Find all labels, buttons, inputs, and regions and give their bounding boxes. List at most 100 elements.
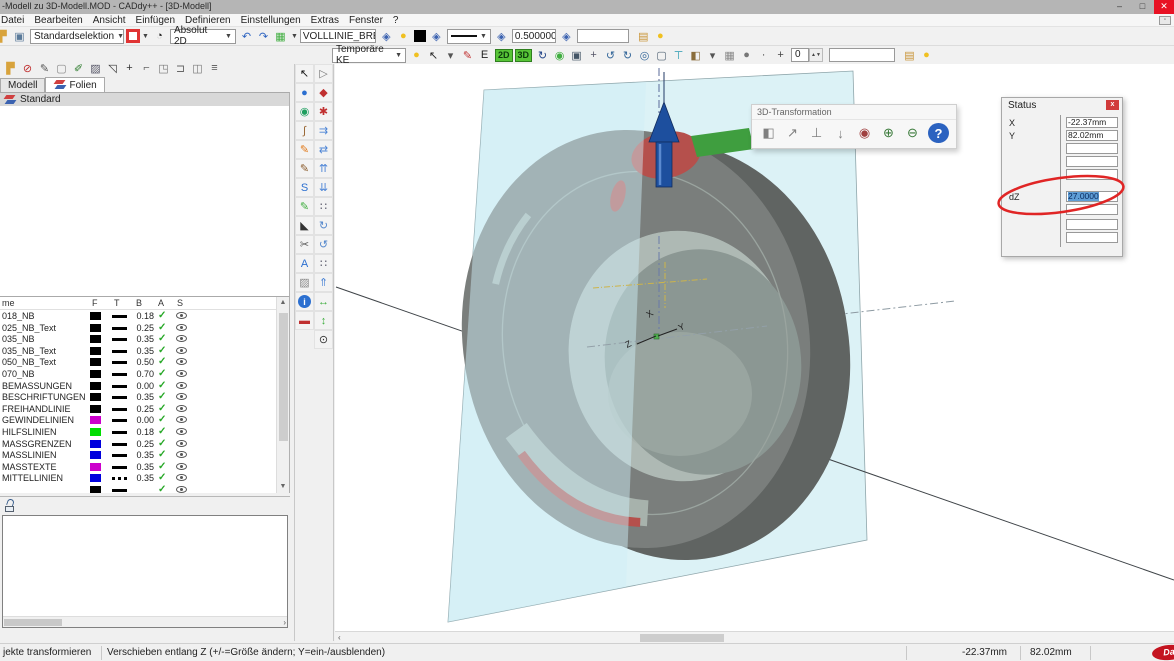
point-circle-icon[interactable]: ⊙ xyxy=(314,330,333,349)
layer-color-swatch[interactable] xyxy=(90,393,101,401)
layer-active-check[interactable]: ✓ xyxy=(158,345,166,356)
layer-color-swatch[interactable] xyxy=(90,382,101,390)
layer-color-swatch[interactable] xyxy=(90,347,101,355)
folder-light-icon[interactable]: ▤ xyxy=(901,47,918,63)
info-icon[interactable]: i xyxy=(295,292,314,311)
draw-pen-icon[interactable]: ✎ xyxy=(295,197,314,216)
layer-color-swatch[interactable] xyxy=(90,312,101,320)
status-field[interactable] xyxy=(1066,156,1118,167)
layer-linetype[interactable] xyxy=(112,443,127,446)
up-icon[interactable]: ⇑ xyxy=(314,273,333,292)
layer-row[interactable]: GEWINDELINIEN0.00✓ xyxy=(0,414,289,426)
tab-folien[interactable]: Folien xyxy=(45,77,104,92)
scroll-right-icon[interactable]: › xyxy=(283,618,286,627)
layer-linetype[interactable] xyxy=(112,489,127,492)
detail-panel[interactable]: › xyxy=(2,515,288,628)
scroll-left-icon[interactable]: ‹ xyxy=(338,633,341,642)
layer-color-swatch[interactable] xyxy=(90,324,101,332)
selection-combo[interactable]: Standardselektion▼ xyxy=(30,29,124,44)
layer-active-check[interactable]: ✓ xyxy=(158,391,166,402)
status-field[interactable] xyxy=(1066,143,1118,154)
trim-icon[interactable]: ✂ xyxy=(295,235,314,254)
layer-row[interactable]: MASSTEXTE0.35✓ xyxy=(0,461,289,473)
spinner-arrows[interactable]: ▲▼ xyxy=(809,48,823,62)
layer-linetype[interactable] xyxy=(112,327,127,330)
layer-active-check[interactable]: ✓ xyxy=(158,426,166,437)
open-file-icon[interactable]: ▛ xyxy=(0,28,11,44)
status-field[interactable] xyxy=(1066,169,1118,180)
layer-width-icon[interactable]: ◈ xyxy=(493,28,510,44)
layer-visible-eye-icon[interactable] xyxy=(176,358,187,365)
minimize-button[interactable]: – xyxy=(1108,0,1131,14)
pen-color-swatch[interactable] xyxy=(414,30,426,42)
pointer-menu-arrow[interactable]: ▾ xyxy=(442,47,459,63)
layer-row[interactable]: HILFSLINIEN0.18✓ xyxy=(0,426,289,438)
layer-linetype[interactable] xyxy=(112,373,127,376)
move-down2-icon[interactable]: ⇊ xyxy=(314,178,333,197)
layer-table-scrollbar[interactable]: ▲ ▼ xyxy=(276,297,289,493)
linetype-name-input[interactable]: VOLLLINIE_BREIT xyxy=(300,29,376,43)
points-icon[interactable]: ∷ xyxy=(314,197,333,216)
layer-row[interactable]: BEMASSUNGEN0.00✓ xyxy=(0,380,289,392)
layer-linetype[interactable] xyxy=(112,419,127,422)
temp-ke-combo[interactable]: Temporäre KE▼ xyxy=(332,48,406,63)
layer-linetype[interactable] xyxy=(112,315,127,318)
layer-linetype[interactable] xyxy=(112,396,127,399)
iso-box-icon[interactable]: ◳ xyxy=(155,60,172,76)
scene-light-icon[interactable]: ● xyxy=(918,47,935,63)
transformation-toolbar[interactable]: 3D-Transformation ◧↗⊥↓◉⊕⊖? xyxy=(751,104,957,149)
status-field[interactable] xyxy=(1066,204,1118,215)
layer-visible-eye-icon[interactable] xyxy=(176,312,187,319)
globe-icon[interactable]: ◉ xyxy=(295,102,314,121)
sphere-icon[interactable]: ● xyxy=(295,83,314,102)
maximize-button[interactable]: □ xyxy=(1131,0,1154,14)
zoom-window-icon[interactable]: ▣ xyxy=(568,47,585,63)
align-icon[interactable]: ⊥ xyxy=(806,123,827,143)
rotate-cw2-icon[interactable]: ↻ xyxy=(314,216,333,235)
layer-visible-eye-icon[interactable] xyxy=(176,486,187,493)
layer-active-check[interactable]: ✓ xyxy=(158,333,166,344)
layer-row[interactable]: FREIHANDLINIE0.25✓ xyxy=(0,403,289,415)
layer-color-swatch[interactable] xyxy=(90,474,101,482)
viewport-scrollbar[interactable]: ‹ xyxy=(335,631,1174,643)
point-large-icon[interactable]: + xyxy=(772,47,789,63)
layer-visible-eye-icon[interactable] xyxy=(176,393,187,400)
hatch2-icon[interactable]: ▨ xyxy=(295,273,314,292)
tsquare-icon[interactable]: ⊤ xyxy=(670,47,687,63)
menu-fenster[interactable]: Fenster xyxy=(344,15,388,26)
layer-visible-eye-icon[interactable] xyxy=(176,335,187,342)
prohibit-icon[interactable]: ⊘ xyxy=(19,60,36,76)
layer-linetype[interactable] xyxy=(112,477,127,480)
layer-color-swatch[interactable] xyxy=(90,335,101,343)
layer-active-check[interactable]: ✓ xyxy=(158,438,166,449)
layer-visible-eye-icon[interactable] xyxy=(176,440,187,447)
layer-linetype[interactable] xyxy=(112,431,127,434)
layer-linetype[interactable] xyxy=(112,466,127,469)
detail-scrollbar[interactable]: › xyxy=(3,616,287,627)
grid-settings-icon[interactable]: ▦ xyxy=(272,28,289,44)
drop-icon[interactable]: ↓ xyxy=(830,123,851,143)
view-icon[interactable]: ◉ xyxy=(854,123,875,143)
layer-color-swatch[interactable] xyxy=(90,451,101,459)
layer-color-swatch[interactable] xyxy=(90,416,101,424)
stretch-h-icon[interactable]: ↔ xyxy=(314,292,333,311)
layer-color-swatch[interactable] xyxy=(90,463,101,471)
stretch-v-icon[interactable]: ↕ xyxy=(314,311,333,330)
layer-active-check[interactable]: ✓ xyxy=(158,403,166,414)
point-small-icon[interactable]: · xyxy=(755,47,772,63)
sheet-icon[interactable]: ▢ xyxy=(53,60,70,76)
layer-active-check[interactable]: ✓ xyxy=(158,414,166,425)
layer-row[interactable]: BESCHRIFTUNGEN0.35✓ xyxy=(0,391,289,403)
status-panel[interactable]: Status x X-22.37mmY82.02mmdZ27.0000 xyxy=(1001,97,1123,257)
pen-color-icon[interactable]: ● xyxy=(395,28,412,44)
pan-icon[interactable]: + xyxy=(585,47,602,63)
menu-bearbeiten[interactable]: Bearbeiten xyxy=(29,15,87,26)
undo-icon[interactable]: ↶ xyxy=(238,28,255,44)
box-menu-arrow[interactable]: ▾ xyxy=(704,47,721,63)
scroll-down-icon[interactable]: ▼ xyxy=(277,481,289,493)
poly-red-icon[interactable]: ◆ xyxy=(314,83,333,102)
select-arrow-icon[interactable]: ↖ xyxy=(295,64,314,83)
layer-color-swatch[interactable] xyxy=(90,405,101,413)
rotate-ccw-icon[interactable]: ↺ xyxy=(602,47,619,63)
redline-icon[interactable]: ✎ xyxy=(459,47,476,63)
